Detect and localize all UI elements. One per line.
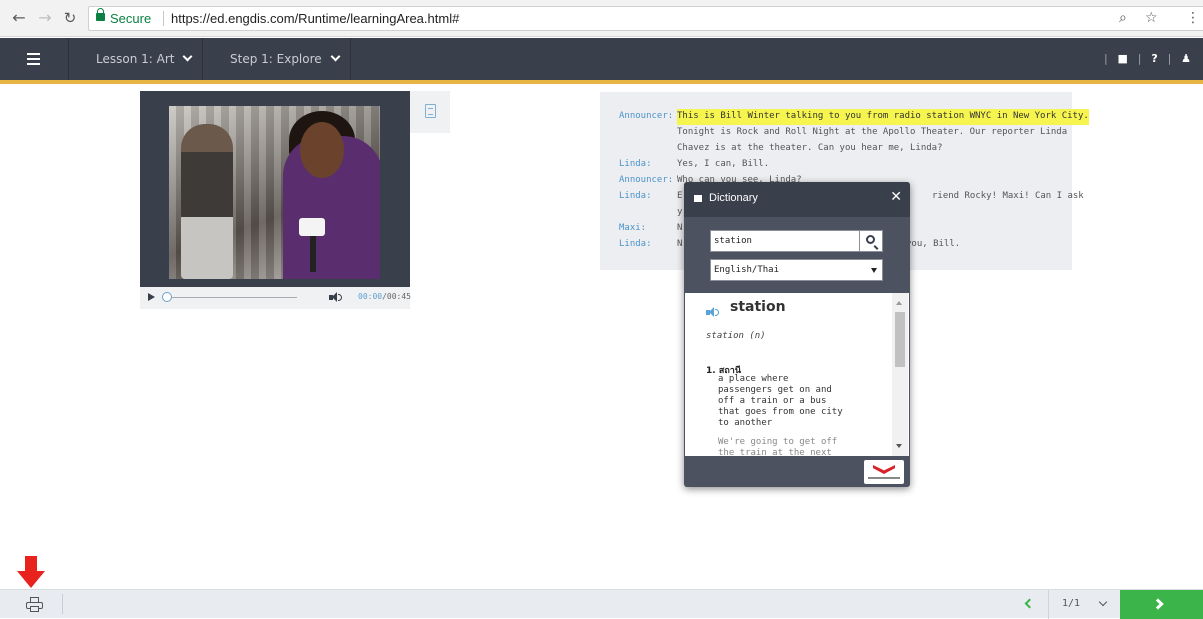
menu-icon[interactable] [0,38,68,80]
video-thumbnail[interactable] [169,106,380,279]
speaker-label: Linda: [619,239,652,249]
book-icon [694,195,702,202]
current-time: 00:00 [358,292,383,301]
lesson-dropdown[interactable]: Lesson 1: Art [68,38,203,80]
dictionary-popup: Dictionary ✕ English/Thai station statio… [684,182,910,487]
language-select[interactable]: English/Thai [710,259,883,281]
previous-button[interactable] [1010,590,1049,619]
url-text[interactable]: https://ed.engdis.com/Runtime/learningAr… [171,11,459,26]
back-icon[interactable]: ← [10,9,28,27]
time-display: 00:00/00:45 [358,292,411,301]
app-header: Lesson 1: Art Step 1: Explore | ■ | ? | … [0,38,1203,80]
footer-divider [62,594,63,614]
header-accent-bar [0,80,1203,84]
part-of-speech: station (n) [706,331,766,341]
search-icon[interactable] [859,231,882,251]
lock-icon [96,8,105,21]
dictionary-header: Dictionary ✕ [684,182,910,217]
speaker-label: Announcer: [619,111,674,121]
example-text: We're going to get off the train at the … [718,437,838,456]
scroll-up-icon[interactable] [896,301,902,305]
dropdown-arrow-icon [871,268,877,273]
dictionary-icon[interactable]: ■ [1118,52,1128,65]
sentence[interactable]: y [677,205,682,221]
seek-bar[interactable] [165,297,297,298]
sentence[interactable]: Tonight is Rock and Roll Night at the Ap… [677,125,1067,141]
video-frame [140,91,410,287]
url-divider [163,11,164,26]
chevron-right-icon [1152,598,1164,610]
speaker-label: Announcer: [619,175,674,185]
transcript-icon[interactable] [410,91,450,133]
step-dropdown[interactable]: Step 1: Explore [203,38,351,80]
reload-icon[interactable]: ↻ [61,9,79,27]
seek-handle[interactable] [162,292,172,302]
close-icon[interactable]: ✕ [890,189,902,205]
scroll-down-icon[interactable] [896,444,902,448]
chevron-down-icon [330,51,341,62]
definition-panel: station station (n) 1. สถานี a place whe… [685,293,909,456]
pronounce-icon[interactable] [706,307,720,318]
total-time: /00:45 [382,292,411,301]
page-indicator[interactable]: 1/1 [1062,598,1080,609]
dictionary-search [710,230,883,252]
user-icon[interactable]: ♟ [1181,52,1191,65]
chevron-down-icon [183,51,193,62]
chevron-down-icon[interactable] [1098,597,1108,607]
publisher-logo [864,460,904,484]
forward-icon[interactable]: → [36,9,54,27]
speaker-label: Linda: [619,159,652,169]
chevron-left-icon [1024,598,1035,609]
sentence-tail[interactable]: riend Rocky! Maxi! Can I ask [932,189,1084,205]
sentence[interactable]: E [677,189,682,205]
browser-toolbar: ← → ↻ Secure https://ed.engdis.com/Runti… [0,0,1203,37]
next-button[interactable] [1120,590,1203,619]
sense-number: 1. [706,366,716,376]
volume-icon[interactable] [329,292,343,303]
footer-bar: 1/1 [0,589,1203,619]
secure-label: Secure [110,11,152,26]
sentence[interactable]: N [677,237,682,253]
sentence[interactable]: Chavez is at the theater. Can you hear m… [677,141,943,157]
sentence-tail[interactable]: you, Bill. [906,237,960,253]
lesson-label: Lesson 1: Art [96,52,175,66]
sentence[interactable]: Yes, I can, Bill. [677,157,769,173]
scrollbar[interactable] [892,293,908,456]
sentence[interactable]: N [677,221,682,237]
definition-text: a place where passengers get on and off … [718,374,843,428]
video-player: 00:00/00:45 [140,91,411,309]
star-icon[interactable]: ☆ [1145,10,1158,26]
zoom-icon[interactable]: ⌕ [1119,10,1127,26]
play-icon[interactable] [148,293,155,301]
arrow-down-icon [17,556,57,589]
speaker-label: Linda: [619,191,652,201]
dictionary-title: Dictionary [709,192,758,204]
player-controls: 00:00/00:45 [140,287,411,309]
speaker-label: Maxi: [619,223,647,233]
print-icon[interactable] [26,597,44,613]
address-bar[interactable]: Secure https://ed.engdis.com/Runtime/lea… [88,6,1203,31]
step-label: Step 1: Explore [230,52,322,66]
more-icon[interactable]: ⋮ [1184,9,1202,27]
help-icon[interactable]: ? [1151,52,1157,65]
highlighted-sentence[interactable]: This is Bill Winter talking to you from … [677,109,1089,125]
language-value: English/Thai [714,265,780,275]
headword: station [730,299,786,315]
scroll-thumb[interactable] [895,312,905,367]
search-input[interactable] [711,231,859,251]
